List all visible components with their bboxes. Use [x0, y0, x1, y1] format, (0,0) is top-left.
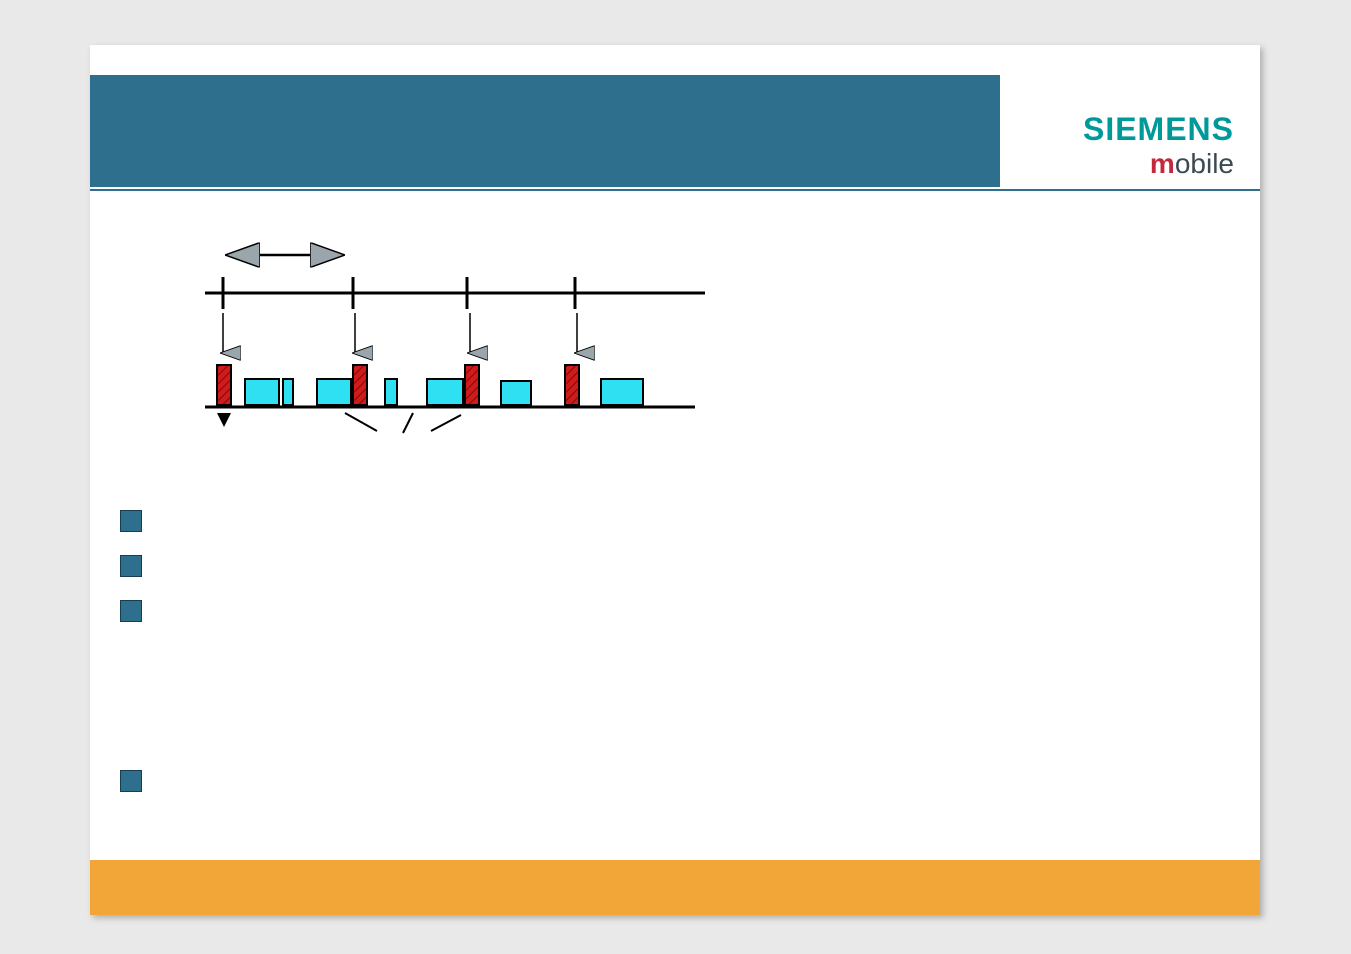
footer-bar [90, 860, 1260, 915]
logo-m: m [1150, 148, 1175, 179]
timing-diagram [205, 235, 825, 475]
bullet-3 [120, 600, 142, 622]
logo-line1: SIEMENS [1034, 111, 1234, 148]
logo: SIEMENS mobile [1034, 111, 1234, 180]
bullet-1 [120, 510, 142, 532]
content [110, 210, 1240, 850]
logo-line2: mobile [1034, 148, 1234, 180]
header-rule [90, 189, 1260, 191]
bullet-2 [120, 555, 142, 577]
header-logo-area: SIEMENS mobile [1000, 75, 1260, 187]
header: SIEMENS mobile [90, 75, 1260, 205]
bullet-4 [120, 770, 142, 792]
header-title-area [90, 75, 1000, 187]
slide: SIEMENS mobile [90, 45, 1260, 915]
diagram-svg [205, 235, 825, 475]
logo-mobile: obile [1175, 148, 1234, 179]
